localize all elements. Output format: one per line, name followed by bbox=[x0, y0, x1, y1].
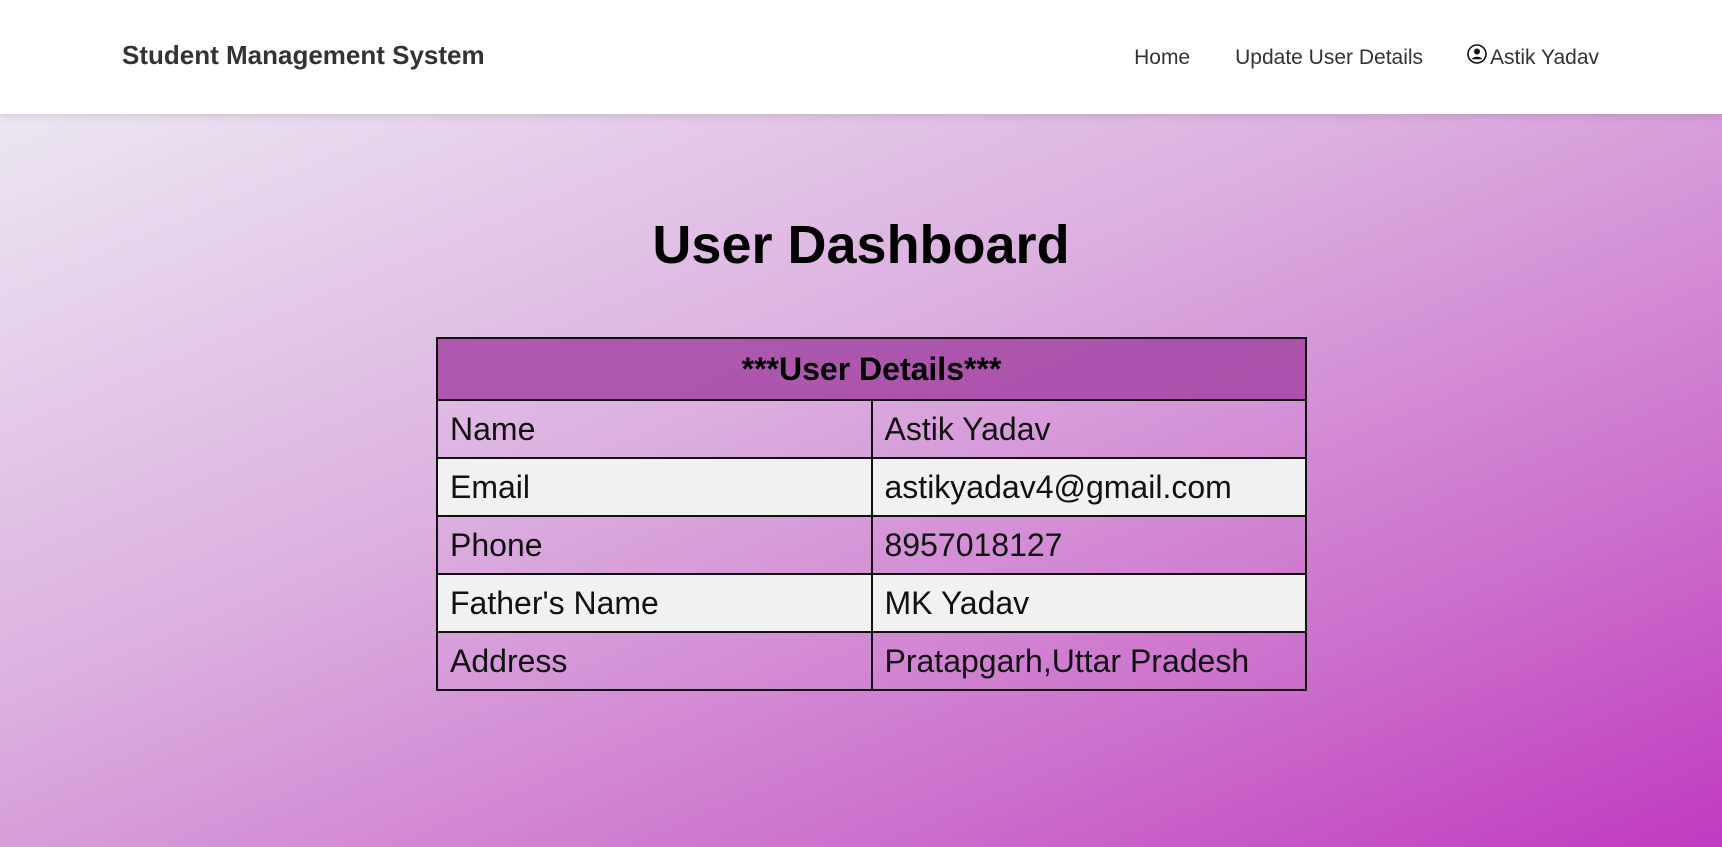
nav-links: Home Update User Details Astik Yadav bbox=[1134, 43, 1599, 73]
table-row: Email astikyadav4@gmail.com bbox=[436, 457, 1307, 517]
table-header: ***User Details*** bbox=[436, 337, 1307, 401]
table-header-row: ***User Details*** bbox=[436, 337, 1307, 401]
row-label-email: Email bbox=[436, 457, 873, 517]
row-value-fathers-name: MK Yadav bbox=[870, 573, 1307, 633]
user-circle-icon bbox=[1467, 44, 1487, 64]
nav-user-profile-link[interactable]: Astik Yadav bbox=[1467, 44, 1599, 70]
page-title: User Dashboard bbox=[652, 215, 1070, 275]
nav-user-name: Astik Yadav bbox=[1490, 46, 1599, 69]
row-label-name: Name bbox=[436, 399, 873, 459]
dashboard-main: User Dashboard ***User Details*** Name A… bbox=[0, 114, 1722, 847]
row-value-email: astikyadav4@gmail.com bbox=[870, 457, 1307, 517]
table-row: Address Pratapgarh,Uttar Pradesh bbox=[436, 631, 1307, 691]
row-value-address: Pratapgarh,Uttar Pradesh bbox=[870, 631, 1307, 691]
table-row: Phone 8957018127 bbox=[436, 515, 1307, 575]
row-value-phone: 8957018127 bbox=[870, 515, 1307, 575]
brand-link[interactable]: Student Management System bbox=[122, 40, 485, 71]
table-row: Father's Name MK Yadav bbox=[436, 573, 1307, 633]
table-row: Name Astik Yadav bbox=[436, 399, 1307, 459]
navbar: Student Management System Home Update Us… bbox=[0, 0, 1722, 114]
nav-home-link[interactable]: Home bbox=[1134, 46, 1190, 70]
row-label-address: Address bbox=[436, 631, 873, 691]
row-value-name: Astik Yadav bbox=[870, 399, 1307, 459]
row-label-fathers-name: Father's Name bbox=[436, 573, 873, 633]
user-details-table: ***User Details*** Name Astik Yadav Emai… bbox=[436, 337, 1307, 691]
nav-update-user-details-link[interactable]: Update User Details bbox=[1235, 46, 1423, 70]
row-label-phone: Phone bbox=[436, 515, 873, 575]
